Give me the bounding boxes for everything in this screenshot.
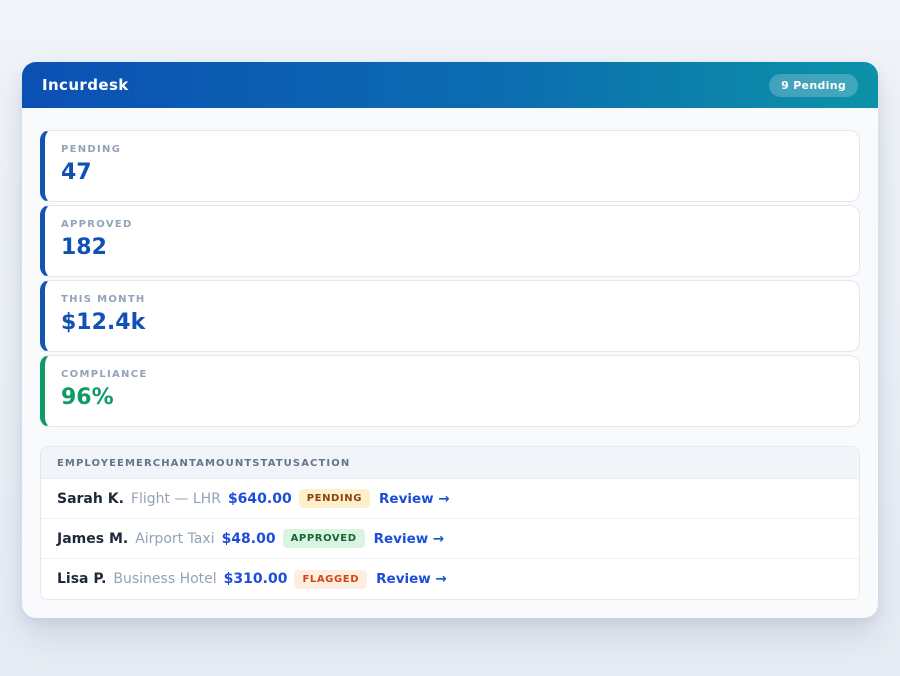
- review-link[interactable]: Review →: [376, 571, 447, 587]
- column-header-status: STATUS: [252, 458, 301, 469]
- review-link[interactable]: Review →: [374, 531, 445, 547]
- status-badge: APPROVED: [283, 529, 365, 548]
- stat-label: THIS MONTH: [61, 294, 843, 305]
- expenses-table: EMPLOYEEMERCHANTAMOUNTSTATUSACTION Sarah…: [40, 446, 860, 600]
- stat-label: APPROVED: [61, 219, 843, 230]
- app-header: Incurdesk 9 Pending: [22, 62, 878, 108]
- stat-value: 96%: [61, 386, 843, 410]
- app-window: Incurdesk 9 Pending PENDING 47 APPROVED …: [22, 62, 878, 618]
- stat-value: $12.4k: [61, 311, 843, 335]
- stat-value: 182: [61, 236, 843, 260]
- pending-count-badge[interactable]: 9 Pending: [769, 74, 858, 97]
- column-header-action: ACTION: [301, 458, 350, 469]
- column-header-amount: AMOUNT: [196, 458, 252, 469]
- stat-label: PENDING: [61, 144, 843, 155]
- stat-card-pending: PENDING 47: [40, 130, 860, 202]
- expense-amount: $310.00: [224, 571, 288, 587]
- stat-card-approved: APPROVED 182: [40, 205, 860, 277]
- stat-label: COMPLIANCE: [61, 369, 843, 380]
- stat-card-compliance: COMPLIANCE 96%: [40, 355, 860, 427]
- table-row: James M. Airport Taxi $48.00 APPROVED Re…: [41, 519, 859, 559]
- employee-name: James M.: [57, 531, 128, 547]
- employee-name: Sarah K.: [57, 491, 124, 507]
- employee-name: Lisa P.: [57, 571, 106, 587]
- column-header-merchant: MERCHANT: [125, 458, 196, 469]
- table-row: Sarah K. Flight — LHR $640.00 PENDING Re…: [41, 479, 859, 519]
- stat-value: 47: [61, 161, 843, 185]
- column-header-employee: EMPLOYEE: [57, 458, 125, 469]
- merchant-name: Flight — LHR: [131, 491, 221, 507]
- review-link[interactable]: Review →: [379, 491, 450, 507]
- status-badge: PENDING: [299, 489, 370, 508]
- stat-card-this-month: THIS MONTH $12.4k: [40, 280, 860, 352]
- status-badge: FLAGGED: [294, 570, 367, 589]
- merchant-name: Airport Taxi: [135, 531, 214, 547]
- table-row: Lisa P. Business Hotel $310.00 FLAGGED R…: [41, 559, 859, 599]
- expense-amount: $640.00: [228, 491, 292, 507]
- expense-amount: $48.00: [222, 531, 276, 547]
- merchant-name: Business Hotel: [113, 571, 216, 587]
- main-content: PENDING 47 APPROVED 182 THIS MONTH $12.4…: [22, 108, 878, 618]
- app-title: Incurdesk: [42, 76, 129, 94]
- table-header-row: EMPLOYEEMERCHANTAMOUNTSTATUSACTION: [41, 447, 859, 479]
